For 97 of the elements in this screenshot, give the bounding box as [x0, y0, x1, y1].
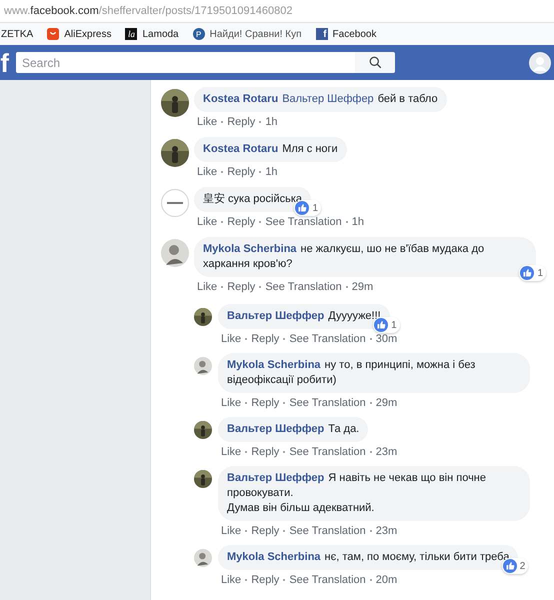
separator-dot	[245, 451, 248, 453]
action-link[interactable]: See Translation	[289, 574, 366, 586]
bookmark-item[interactable]: f Facebook	[316, 28, 376, 40]
action-link[interactable]: Reply	[227, 281, 256, 293]
search-button[interactable]	[355, 52, 395, 73]
action-link[interactable]: Reply	[251, 574, 280, 586]
timestamp-link[interactable]: 23m	[376, 525, 398, 537]
separator-dot	[283, 451, 286, 453]
comment-text: Mykola Scherbina не жалкуєш, шо не в'їбав мудака до харкання кров'ю?	[203, 242, 486, 272]
action-link[interactable]: See Translation	[289, 397, 366, 409]
separator-dot	[245, 402, 248, 404]
action-link[interactable]: Reply	[227, 166, 256, 178]
comment-text: Вальтер Шеффер Я навіть не чекав що він почне провокувати. Думав він більш адекватний.	[227, 471, 487, 516]
profile-avatar[interactable]	[529, 52, 551, 74]
action-link[interactable]: See Translation	[289, 525, 366, 537]
action-link[interactable]: See Translation	[265, 281, 342, 293]
avatar[interactable]	[194, 421, 212, 439]
bookmark-item[interactable]: la Lamoda	[125, 28, 179, 40]
reaction-badge[interactable]: 1	[373, 317, 400, 333]
separator-dot	[346, 221, 348, 223]
compare-icon: P	[192, 28, 205, 40]
comment-text: Вальтер Шеффер Та да.	[227, 422, 360, 437]
author-link[interactable]: Mykola Scherbina	[227, 551, 321, 563]
action-link[interactable]: Reply	[227, 116, 256, 128]
action-link[interactable]: Like	[197, 166, 218, 178]
author-link[interactable]: Вальтер Шеффер	[227, 472, 324, 484]
action-link[interactable]: Reply	[251, 333, 280, 345]
author-link[interactable]: Kostea Rotaru	[203, 93, 278, 105]
comment-text: Kostea Rotaru Вальтер Шеффер бей в табло	[203, 92, 438, 107]
comment-text: Mykola Scherbina ну то, в принципі, можна і без відеофіксації робити)	[227, 358, 476, 388]
separator-dot	[370, 579, 372, 581]
search-field[interactable]: Search	[16, 52, 355, 73]
facebook-logo[interactable]: f	[0, 50, 9, 76]
timestamp-link[interactable]: 1h	[352, 216, 364, 228]
separator-dot	[283, 530, 286, 532]
facebook-icon: f	[316, 28, 328, 40]
action-link[interactable]: Like	[221, 446, 242, 458]
lamoda-icon: la	[125, 28, 138, 40]
action-link[interactable]: Reply	[227, 216, 256, 228]
separator-dot	[283, 338, 286, 340]
timestamp-link[interactable]: 30m	[376, 333, 398, 345]
author-link[interactable]: Mykola Scherbina	[203, 243, 297, 255]
action-link[interactable]: Reply	[251, 525, 280, 537]
action-link[interactable]: See Translation	[289, 446, 366, 458]
avatar[interactable]	[161, 89, 189, 117]
avatar[interactable]	[194, 308, 212, 326]
separator-dot	[245, 338, 248, 340]
author-link[interactable]: Mykola Scherbina	[227, 359, 321, 371]
separator-dot	[221, 121, 224, 123]
reaction-badge[interactable]: 1	[519, 265, 546, 281]
separator-dot	[283, 579, 286, 581]
action-link[interactable]: Like	[221, 525, 242, 537]
timestamp-link[interactable]: 1h	[265, 116, 278, 128]
action-link[interactable]: Like	[197, 216, 218, 228]
address-url[interactable]: www.facebook.com/sheffervalter/posts/1719501091460802	[4, 5, 292, 17]
like-icon	[520, 266, 534, 280]
action-link[interactable]: See Translation	[289, 333, 366, 345]
action-link[interactable]: See Translation	[265, 216, 342, 228]
author-link[interactable]: Вальтер Шеффер	[227, 310, 324, 322]
separator-dot	[221, 221, 224, 223]
separator-dot	[370, 402, 372, 404]
separator-dot	[259, 171, 262, 173]
bookmark-item[interactable]: AliExpress	[47, 28, 112, 40]
action-link[interactable]: Like	[221, 397, 242, 409]
separator-dot	[245, 530, 248, 532]
timestamp-link[interactable]: 29m	[376, 397, 398, 409]
separator-dot	[259, 121, 262, 123]
separator-dot	[221, 171, 224, 173]
shopping-bag-icon	[47, 28, 60, 40]
bookmark-item[interactable]: P Найди! Сравни! Куп	[192, 28, 302, 40]
action-link[interactable]: Like	[197, 116, 218, 128]
action-link[interactable]: Like	[221, 333, 242, 345]
avatar[interactable]	[194, 470, 212, 488]
comment-text: Kostea Rotaru Мля с ноги	[203, 142, 338, 157]
separator-dot	[221, 286, 224, 288]
avatar[interactable]	[161, 139, 189, 167]
bookmark-item[interactable]: ZETKA	[1, 28, 34, 40]
author-link[interactable]: Kostea Rotaru	[203, 143, 278, 155]
action-link[interactable]: Like	[221, 574, 242, 586]
author-link[interactable]: Вальтер Шеффер	[227, 423, 324, 435]
timestamp-link[interactable]: 23m	[376, 446, 398, 458]
timestamp-link[interactable]: 1h	[265, 166, 278, 178]
search-icon	[368, 56, 382, 69]
separator-dot	[259, 221, 262, 223]
action-link[interactable]: Reply	[251, 446, 280, 458]
separator-dot	[283, 402, 286, 404]
separator-dot	[370, 451, 372, 453]
action-link[interactable]: Like	[197, 281, 218, 293]
action-link[interactable]: Reply	[251, 397, 280, 409]
timestamp-link[interactable]: 20m	[376, 574, 398, 586]
separator-dot	[346, 286, 348, 288]
mention-link[interactable]: Вальтер Шеффер	[282, 93, 374, 105]
separator-dot	[245, 579, 248, 581]
separator-dot	[259, 286, 262, 288]
timestamp-link[interactable]: 29m	[352, 281, 374, 293]
separator-dot	[370, 530, 372, 532]
separator-dot	[370, 338, 372, 340]
